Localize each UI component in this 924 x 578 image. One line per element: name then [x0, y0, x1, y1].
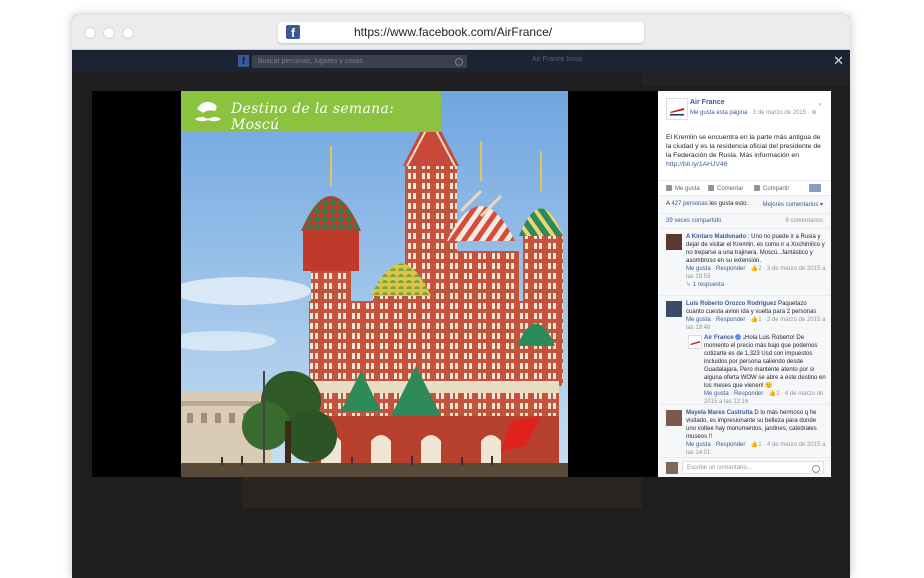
- comment-like-count: 2: [758, 266, 762, 272]
- comment-like-count: 1: [758, 317, 762, 323]
- user-avatar[interactable]: [666, 462, 678, 474]
- post-link[interactable]: http://bit.ly/1AHJV46: [666, 161, 728, 168]
- shares-link[interactable]: 39 veces compartido: [666, 218, 721, 224]
- comment-input[interactable]: Escribe un comentario...: [682, 461, 824, 474]
- mustache-logo-icon: [195, 101, 221, 122]
- browser-window: f https://www.facebook.com/AirFrance/ f …: [72, 15, 850, 578]
- comment-like-count: 1: [758, 442, 762, 448]
- post-body: El Kremlin se encuentra en la parte más …: [666, 134, 821, 159]
- reply-author[interactable]: Air France: [704, 335, 734, 341]
- comment-meta: Me gusta · Responder · 👍2 · 3 de marzo d…: [686, 266, 826, 280]
- reply-body: Air France ¡Hola Luis Roberto! De moment…: [704, 334, 826, 406]
- window-close-dot[interactable]: [84, 27, 96, 39]
- airfrance-logo-icon: [670, 108, 684, 116]
- window-maximize-dot[interactable]: [122, 27, 134, 39]
- post-as-selector[interactable]: [809, 184, 821, 192]
- window-minimize-dot[interactable]: [103, 27, 115, 39]
- comment-item: Luis Roberto Orozco Rodríguez Paquetazo …: [658, 295, 831, 405]
- post-subline: Me gusta esta página · 3 de marzo de 201…: [690, 110, 817, 116]
- facebook-header: f Buscar personas, lugares y cosas Air F…: [72, 50, 850, 72]
- reply-like-count: 2: [776, 391, 780, 397]
- comment-item: Mayela Mares Castruita D lo más hermoso …: [658, 404, 831, 457]
- like-label: Me gusta: [675, 186, 700, 192]
- comment-reply-link[interactable]: Responder: [716, 266, 745, 272]
- search-input[interactable]: Buscar personas, lugares y cosas: [252, 55, 467, 68]
- comment-author[interactable]: Mayela Mares Castruita: [686, 410, 753, 416]
- airfrance-avatar[interactable]: [666, 98, 688, 120]
- likes-people-link[interactable]: 427 personas: [671, 201, 707, 207]
- close-icon[interactable]: ✕: [833, 54, 844, 67]
- post-side-panel: Air France Me gusta esta página · 3 de m…: [658, 91, 831, 477]
- comment-like-link[interactable]: Me gusta: [686, 317, 711, 323]
- share-button[interactable]: Compartir: [754, 185, 789, 192]
- post-text: El Kremlin se encuentra en la parte más …: [666, 133, 826, 169]
- comment-item: A Kintaro Maldonado : Uno no puede ir a …: [658, 228, 831, 295]
- st-basil-cathedral-image: [181, 91, 568, 477]
- search-icon: [455, 58, 463, 66]
- chevron-down-icon[interactable]: ⌄: [817, 99, 823, 107]
- comment-author[interactable]: Luis Roberto Orozco Rodríguez: [686, 301, 776, 307]
- sort-label: Mejores comentarios: [762, 202, 819, 208]
- share-label: Compartir: [763, 186, 790, 192]
- comment-label: Comentar: [717, 186, 744, 192]
- facebook-f-icon: f: [286, 25, 300, 40]
- shares-row: 39 veces compartido 9 comentarios: [658, 213, 831, 228]
- comment-meta: Me gusta · Responder · 👍1 · 3 de marzo d…: [686, 317, 826, 331]
- commenter-avatar[interactable]: [666, 301, 682, 317]
- likes-count: A 427 personas les gusta esto.: [666, 201, 748, 207]
- reply-like-link[interactable]: Me gusta: [704, 391, 729, 397]
- url-text: https://www.facebook.com/AirFrance/: [354, 25, 553, 39]
- commenter-avatar[interactable]: [666, 410, 682, 426]
- likes-suffix: les gusta esto.: [709, 201, 749, 207]
- header-nav-text[interactable]: Air France Inicio: [532, 56, 583, 63]
- browser-chrome: f https://www.facebook.com/AirFrance/: [72, 15, 850, 50]
- reply-text: ¡Hola Luis Roberto! De momento el precio…: [704, 335, 826, 389]
- facebook-logo-icon[interactable]: f: [238, 55, 249, 67]
- sort-comments-dropdown[interactable]: Mejores comentarios ▾: [763, 201, 823, 208]
- thumbs-up-icon: [666, 185, 672, 191]
- share-icon: [754, 185, 760, 191]
- comment-like-link[interactable]: Me gusta: [686, 266, 711, 272]
- page-viewport: f Buscar personas, lugares y cosas Air F…: [72, 50, 850, 578]
- address-bar[interactable]: f https://www.facebook.com/AirFrance/: [278, 22, 644, 43]
- reply-meta: Me gusta · Responder · 👍2 · 4 de marzo d…: [704, 391, 824, 405]
- reply-reply-link[interactable]: Responder: [734, 391, 763, 397]
- camera-icon[interactable]: [812, 465, 820, 473]
- comment-like-link[interactable]: Me gusta: [686, 442, 711, 448]
- commenter-avatar[interactable]: [666, 234, 682, 250]
- verified-badge-icon: [735, 334, 742, 340]
- post-date[interactable]: 3 de marzo de 2015: [753, 110, 806, 116]
- like-button[interactable]: Me gusta: [666, 185, 700, 192]
- likes-summary: A 427 personas les gusta esto. Mejores c…: [658, 195, 831, 214]
- comment-count: 9 comentarios: [785, 218, 823, 224]
- comment-meta: Me gusta · Responder · 👍1 · 4 de marzo d…: [686, 442, 826, 456]
- post-header: Air France Me gusta esta página · 3 de m…: [658, 91, 831, 121]
- likes-prefix: A: [666, 201, 670, 207]
- banner-title: Destino de la semana: Moscú: [231, 101, 395, 133]
- destination-banner: Destino de la semana: Moscú: [181, 91, 441, 133]
- like-page-link[interactable]: Me gusta esta página: [690, 110, 747, 116]
- comment-composer: Escribe un comentario...: [658, 457, 831, 477]
- post-actions: Me gusta Comentar Compartir: [658, 180, 831, 195]
- reply-item: Air France ¡Hola Luis Roberto! De moment…: [686, 330, 831, 405]
- post-photo[interactable]: Destino de la semana: Moscú: [181, 91, 568, 477]
- page-name[interactable]: Air France: [690, 99, 725, 106]
- comment-body: Mayela Mares Castruita D lo más hermoso …: [686, 409, 826, 457]
- comment-reply-link[interactable]: Responder: [716, 317, 745, 323]
- replies-row: ↳ 1 respuesta: [686, 282, 724, 288]
- airfrance-logo-icon: [690, 341, 700, 345]
- replies-link[interactable]: 1 respuesta: [693, 282, 724, 288]
- globe-icon: ⊕: [811, 110, 817, 116]
- comment-reply-link[interactable]: Responder: [716, 442, 745, 448]
- comment-button[interactable]: Comentar: [708, 185, 743, 192]
- airfrance-reply-avatar[interactable]: [688, 335, 702, 349]
- background-page: [642, 72, 850, 86]
- comment-body: A Kintaro Maldonado : Uno no puede ir a …: [686, 233, 826, 289]
- comment-author[interactable]: A Kintaro Maldonado: [686, 234, 746, 240]
- search-placeholder: Buscar personas, lugares y cosas: [258, 58, 364, 65]
- comment-icon: [708, 185, 714, 191]
- comment-body: Luis Roberto Orozco Rodríguez Paquetazo …: [686, 300, 826, 332]
- comment-input-placeholder: Escribe un comentario...: [687, 465, 752, 471]
- reply-arrow-icon: ↳: [686, 282, 692, 288]
